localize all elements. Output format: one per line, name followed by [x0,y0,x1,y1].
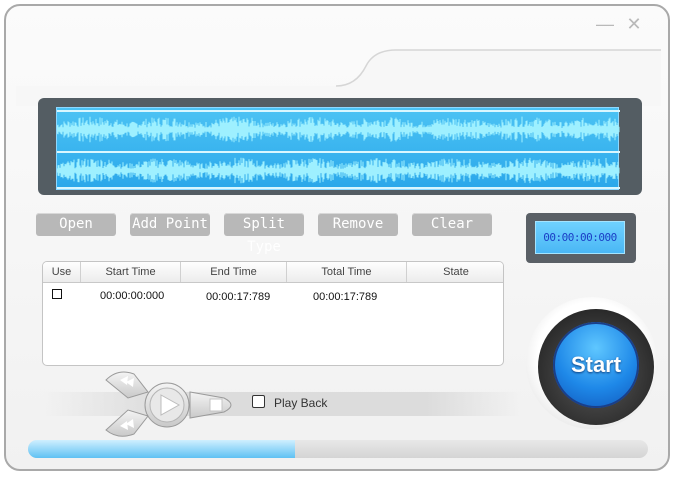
split-type-button[interactable]: Split Type [224,213,304,255]
clear-button[interactable]: Clear [412,213,492,236]
play-back-label[interactable]: Play Back [274,396,327,410]
row-total-time: 00:00:17:789 [313,291,378,303]
waveform-frame [38,98,642,195]
waveform-graphic [57,110,620,189]
table-header: Use Start Time End Time Total Time State [43,262,503,283]
progress-bar [28,440,648,458]
row-end-time: 00:00:17:789 [206,291,271,303]
main-window: — ✕ Open Add Point Split Type Remove Cle… [4,4,670,471]
open-button[interactable]: Open [36,213,116,236]
column-header-state[interactable]: State [407,262,503,282]
waveform-display[interactable] [56,107,620,190]
timer-display: 00:00:00:000 [535,221,625,254]
play-icon[interactable] [144,382,190,428]
rewind-icon[interactable] [105,371,149,399]
minimize-icon[interactable]: — [596,15,614,33]
close-icon[interactable]: ✕ [626,15,642,33]
header-decoration [16,49,661,106]
column-header-total-time[interactable]: Total Time [287,262,407,282]
row-start-time: 00:00:00:000 [100,290,165,302]
remove-button[interactable]: Remove [318,213,398,236]
add-point-button[interactable]: Add Point [130,213,210,236]
stop-icon[interactable] [189,391,232,419]
start-button[interactable]: Start [553,322,639,408]
timer-frame: 00:00:00:000 [526,213,636,263]
forward-icon[interactable] [105,409,149,437]
progress-fill [28,440,295,458]
row-use-checkbox[interactable] [52,289,62,299]
column-header-use[interactable]: Use [43,262,81,282]
transport-controls [105,371,232,437]
segment-table: Use Start Time End Time Total Time State… [42,261,504,366]
play-back-checkbox[interactable] [252,395,265,408]
column-header-start-time[interactable]: Start Time [81,262,181,282]
column-header-end-time[interactable]: End Time [181,262,287,282]
